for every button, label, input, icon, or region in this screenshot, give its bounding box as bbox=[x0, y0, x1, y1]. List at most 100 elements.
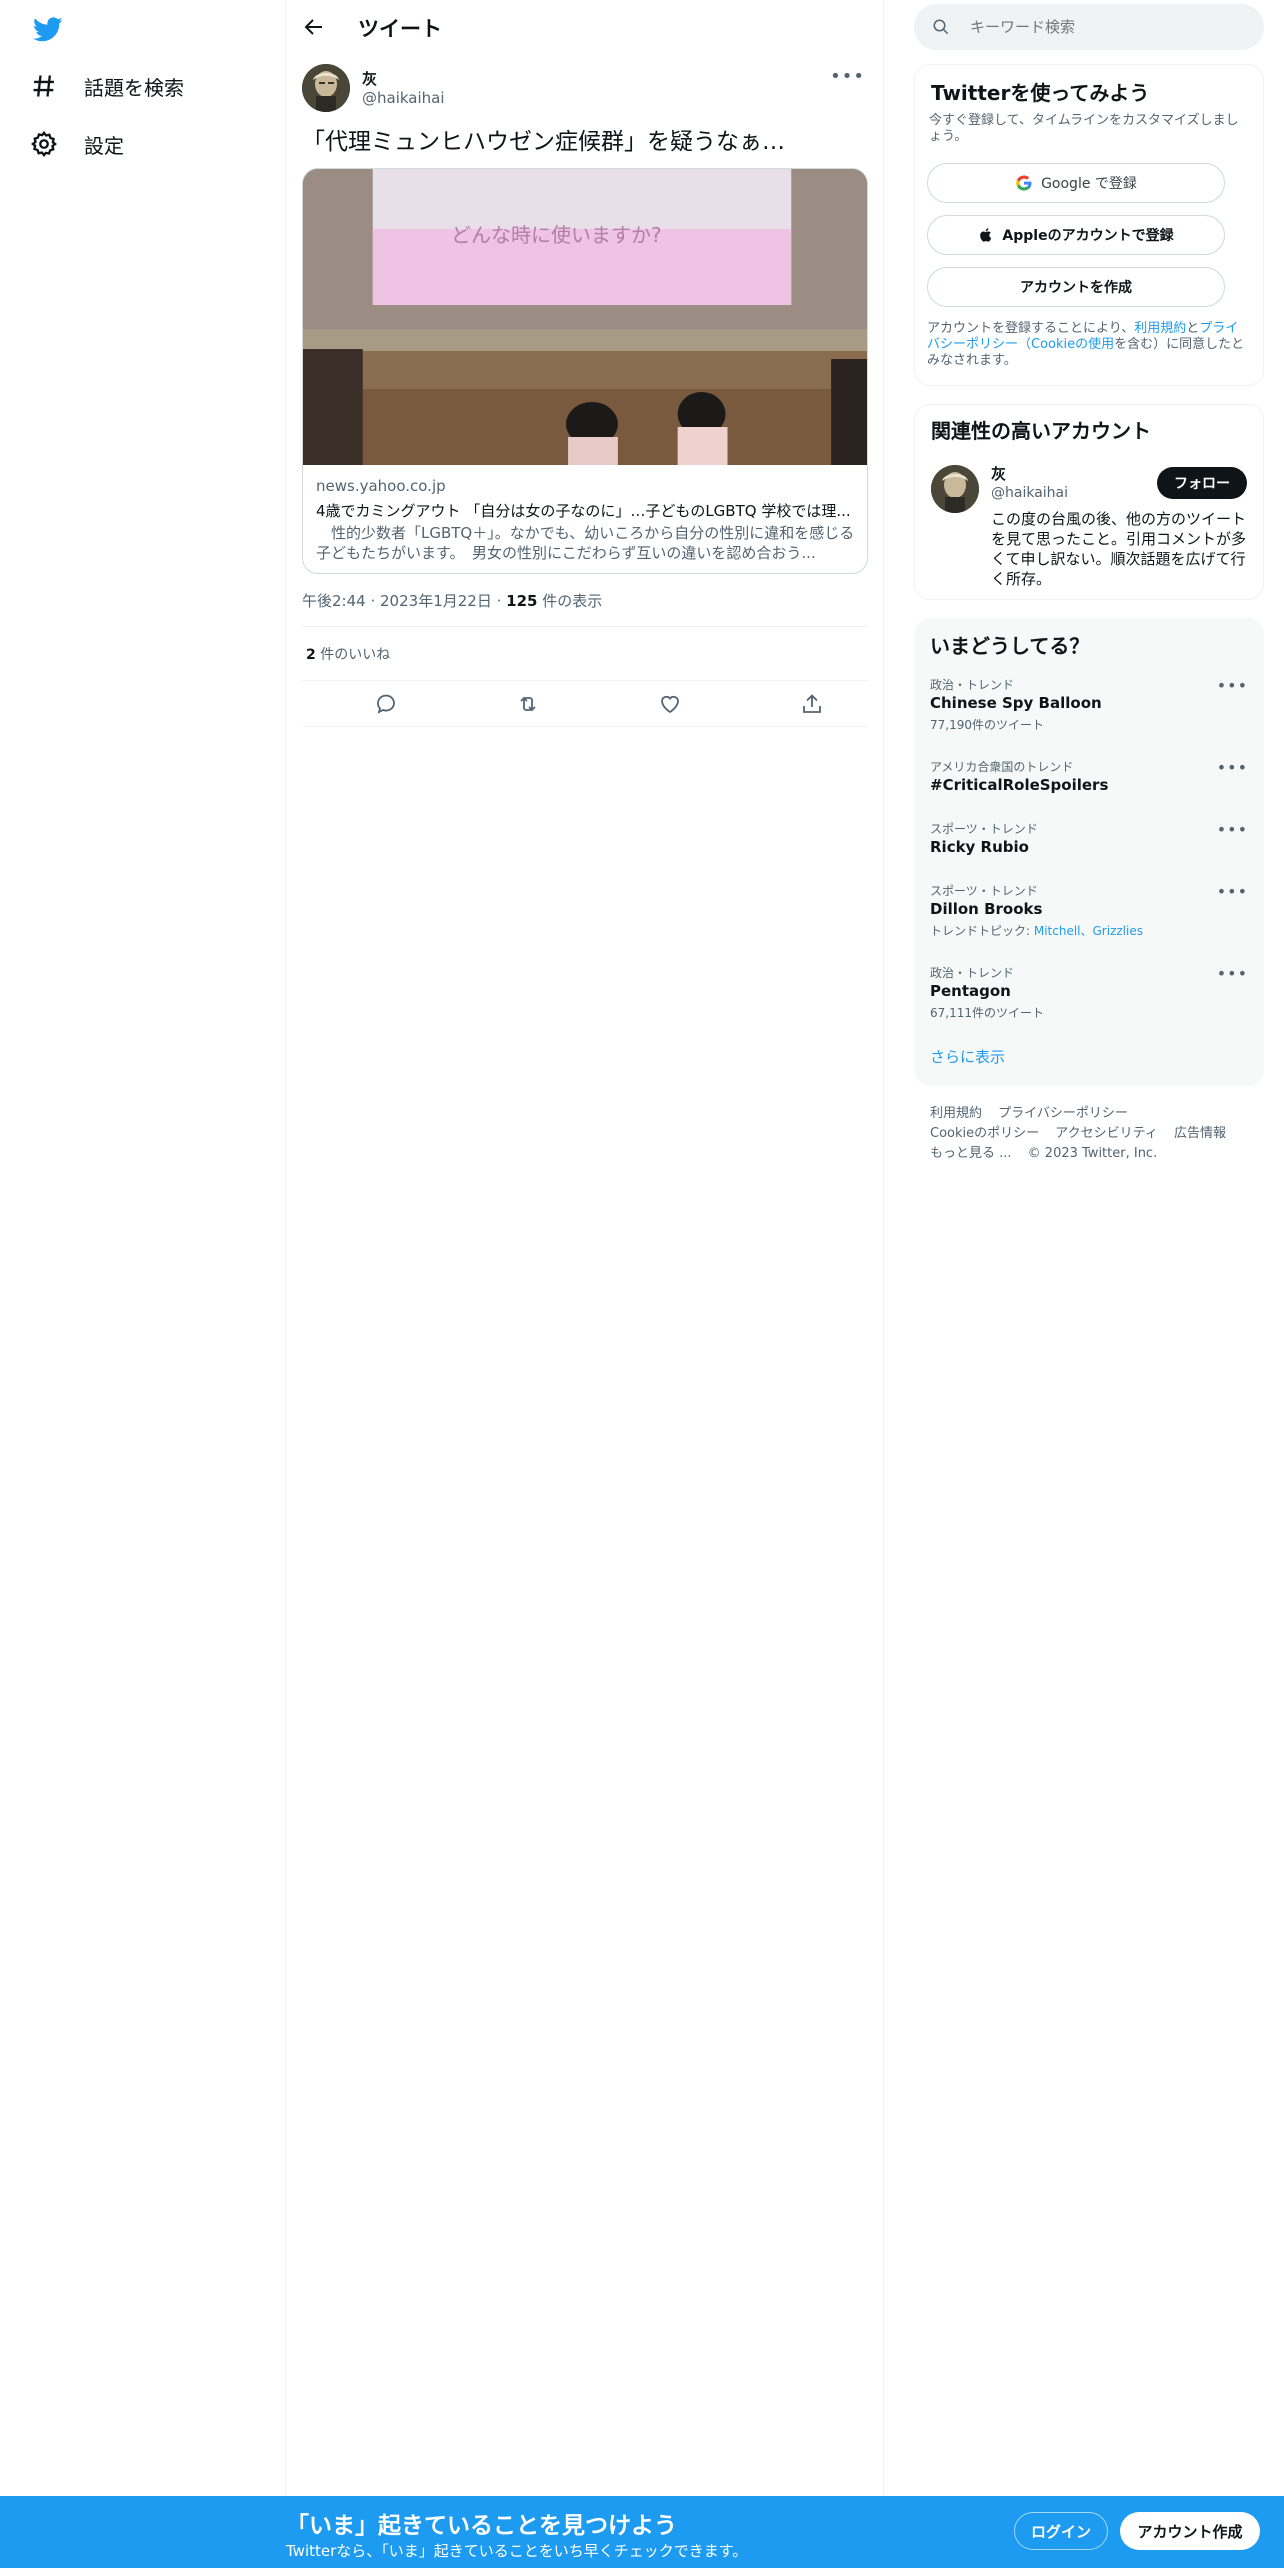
divider bbox=[302, 680, 868, 681]
signup-legal: アカウントを登録することにより、利用規約とプライバシーポリシー（Cookieの使… bbox=[927, 321, 1249, 369]
trend-category: アメリカ合衆国のトレンド bbox=[930, 760, 1074, 774]
legal-text: アカウントを登録することにより、 bbox=[927, 321, 1135, 336]
tweet-text: 「代理ミュンヒハウゼン症候群」を疑うなぁ… bbox=[302, 129, 785, 155]
footer-cookie-link[interactable]: Cookieのポリシー bbox=[930, 1126, 1039, 1141]
trend-more-icon[interactable]: ••• bbox=[1217, 758, 1248, 777]
signup-panel: Twitterを使ってみよう 今すぐ登録して、タイムラインをカスタマイズしましょ… bbox=[914, 64, 1264, 386]
tweet-time[interactable]: 午後2:44 bbox=[302, 592, 366, 610]
terms-link[interactable]: 利用規約 bbox=[1134, 321, 1186, 336]
views-label: 件の表示 bbox=[542, 592, 603, 610]
trend-topics-links[interactable]: Mitchell、Grizzlies bbox=[1034, 924, 1143, 938]
back-arrow-icon[interactable] bbox=[302, 15, 326, 39]
footer-more-link[interactable]: もっと見る ... bbox=[930, 1146, 1012, 1161]
signup-title: Twitterを使ってみよう bbox=[931, 81, 1150, 105]
related-handle[interactable]: @haikaihai bbox=[991, 485, 1068, 501]
footer-privacy-link[interactable]: プライバシーポリシー bbox=[998, 1106, 1128, 1121]
trends-title: いまどうしてる？ bbox=[930, 634, 1090, 658]
card-domain: news.yahoo.co.jp bbox=[316, 477, 446, 495]
link-card[interactable]: どんな時に使いますか? news.yahoo.co.jp 4歳でカミングアウト … bbox=[302, 168, 868, 574]
related-avatar[interactable] bbox=[931, 465, 979, 513]
cookie-link[interactable]: Cookieの使用 bbox=[1031, 337, 1114, 352]
tweet-date[interactable]: 2023年1月22日 bbox=[380, 592, 492, 610]
card-image bbox=[303, 169, 867, 465]
trend-more-icon[interactable]: ••• bbox=[1217, 676, 1248, 695]
follow-button[interactable]: フォロー bbox=[1157, 467, 1247, 499]
retweet-button[interactable] bbox=[516, 692, 544, 720]
gear-icon bbox=[31, 131, 57, 157]
share-icon bbox=[803, 694, 821, 713]
apple-signup-button[interactable]: Appleのアカウントで登録 bbox=[927, 215, 1225, 255]
related-name[interactable]: 灰 bbox=[991, 463, 1006, 484]
search-icon bbox=[933, 19, 949, 35]
apple-signup-label: Appleのアカウントで登録 bbox=[1002, 228, 1174, 244]
trend-item[interactable]: 政治・トレンド Pentagon 67,111件のツイート ••• bbox=[914, 964, 1264, 1026]
trend-name: Ricky Rubio bbox=[930, 838, 1029, 856]
more-options-icon[interactable]: ••• bbox=[830, 66, 865, 87]
related-title: 関連性の高いアカウント bbox=[931, 419, 1151, 443]
share-button[interactable] bbox=[800, 692, 828, 720]
create-account-label: アカウントを作成 bbox=[1020, 280, 1132, 296]
create-account-button[interactable]: アカウントを作成 bbox=[927, 267, 1225, 307]
right-sidebar: Twitterを使ってみよう 今すぐ登録して、タイムラインをカスタマイズしましょ… bbox=[884, 0, 1284, 2496]
likes-link[interactable]: 2 件のいいね bbox=[306, 644, 390, 664]
nav-item-label: 話題を検索 bbox=[84, 75, 184, 100]
footer-terms-link[interactable]: 利用規約 bbox=[930, 1106, 982, 1121]
trend-more-icon[interactable]: ••• bbox=[1217, 882, 1248, 901]
likes-count: 2 bbox=[306, 647, 316, 663]
trend-topics: トレンドトピック: Mitchell、Grizzlies bbox=[930, 922, 1143, 939]
copyright: © 2023 Twitter, Inc. bbox=[1027, 1146, 1158, 1161]
likes-label: 件のいいね bbox=[320, 647, 391, 663]
card-description: 性的少数者「LGBTQ＋」。なかでも、幼いころから自分の性別に違和を感じる子ども… bbox=[316, 524, 855, 562]
google-signup-label: Google で登録 bbox=[1041, 176, 1137, 192]
trend-item[interactable]: スポーツ・トレンド Dillon Brooks トレンドトピック: Mitche… bbox=[914, 882, 1264, 944]
sidebar-footer: 利用規約 プライバシーポリシー Cookieのポリシー アクセシビリティ 広告情… bbox=[930, 1104, 1260, 1164]
google-signup-button[interactable]: Google で登録 bbox=[927, 163, 1225, 203]
author-name[interactable]: 灰 bbox=[362, 68, 377, 89]
related-accounts-panel: 関連性の高いアカウント 灰 @haikaihai フォロー この度の台風の後、他… bbox=[914, 404, 1264, 600]
page-title: ツイート bbox=[358, 17, 442, 41]
login-button[interactable]: ログイン bbox=[1014, 2512, 1108, 2550]
trend-topics-prefix: トレンドトピック: bbox=[930, 924, 1034, 938]
signup-button[interactable]: アカウント作成 bbox=[1120, 2512, 1260, 2550]
related-bio: この度の台風の後、他の方のツイートを見て思ったこと。引用コメントが多くて申し訳な… bbox=[991, 510, 1247, 588]
trend-item[interactable]: 政治・トレンド Chinese Spy Balloon 77,190件のツイート… bbox=[914, 676, 1264, 738]
search-box[interactable] bbox=[914, 4, 1264, 50]
author-avatar[interactable] bbox=[302, 64, 350, 112]
like-button[interactable] bbox=[658, 692, 686, 720]
trend-count: 77,190件のツイート bbox=[930, 718, 1044, 732]
legal-text: （ bbox=[1018, 337, 1032, 352]
signup-subtitle: 今すぐ登録して、タイムラインをカスタマイズしましょう。 bbox=[929, 113, 1239, 144]
reply-button[interactable] bbox=[374, 692, 402, 720]
trend-category: 政治・トレンド bbox=[930, 966, 1015, 980]
left-nav: 話題を検索 設定 bbox=[0, 0, 286, 2496]
main-column: ツイート 灰 @haikaihai ••• 「代理ミュンヒハウゼン症候群」を疑う… bbox=[286, 0, 884, 2496]
nav-item-explore[interactable]: 話題を検索 bbox=[30, 64, 184, 108]
footer-ads-link[interactable]: 広告情報 bbox=[1174, 1126, 1226, 1141]
trend-category: 政治・トレンド bbox=[930, 678, 1015, 692]
trends-panel: いまどうしてる？ 政治・トレンド Chinese Spy Balloon 77,… bbox=[914, 618, 1264, 1086]
search-input[interactable] bbox=[970, 15, 1240, 39]
nav-item-settings[interactable]: 設定 bbox=[30, 122, 124, 166]
legal-text: と bbox=[1186, 321, 1200, 336]
trend-category: スポーツ・トレンド bbox=[930, 822, 1038, 836]
footer-accessibility-link[interactable]: アクセシビリティ bbox=[1055, 1126, 1158, 1141]
trend-more-icon[interactable]: ••• bbox=[1217, 964, 1248, 983]
trend-category: スポーツ・トレンド bbox=[930, 884, 1038, 898]
show-more-link[interactable]: さらに表示 bbox=[930, 1046, 1005, 1067]
google-icon bbox=[1016, 175, 1032, 191]
divider bbox=[302, 626, 868, 627]
trend-item[interactable]: アメリカ合衆国のトレンド #CriticalRoleSpoilers ••• bbox=[914, 758, 1264, 820]
twitter-bird-icon[interactable] bbox=[32, 14, 64, 44]
tweet-meta: 午後2:44 · 2023年1月22日 · 125 件の表示 bbox=[302, 592, 603, 610]
tweet-actions bbox=[302, 688, 868, 724]
trend-more-icon[interactable]: ••• bbox=[1217, 820, 1248, 839]
author-handle[interactable]: @haikaihai bbox=[362, 89, 445, 107]
trend-count: 67,111件のツイート bbox=[930, 1006, 1044, 1020]
main-header: ツイート bbox=[286, 0, 883, 54]
trend-item[interactable]: スポーツ・トレンド Ricky Rubio ••• bbox=[914, 820, 1264, 882]
reply-icon bbox=[377, 694, 395, 714]
card-title: 4歳でカミングアウト 「自分は女の子なのに」…子どものLGBTQ 学校では理..… bbox=[316, 502, 851, 520]
trend-name: Pentagon bbox=[930, 982, 1011, 1000]
trend-name: #CriticalRoleSpoilers bbox=[930, 776, 1109, 794]
bottom-signup-bar: 「いま」起きていることを見つけよう Twitterなら、「いま」起きていることを… bbox=[0, 2496, 1284, 2568]
